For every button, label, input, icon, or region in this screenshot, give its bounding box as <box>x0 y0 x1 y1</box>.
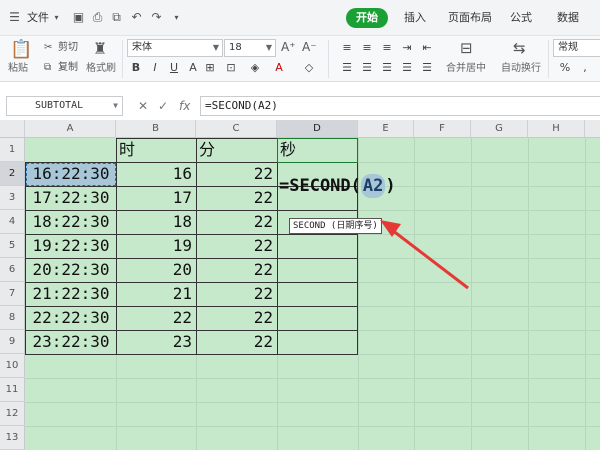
number-format-value: 常规 <box>558 42 578 53</box>
align-bottom-icon[interactable]: ≡ <box>380 40 394 56</box>
menu-bar: ☰ 文件 ▾ ▣ ⎙ ⧉ ↶ ↷ ▾ 开始 插入 页面布局 公式 数据 <box>0 0 600 36</box>
indent-icon[interactable]: ⇥ <box>400 40 414 56</box>
percent-icon[interactable]: % <box>558 60 572 76</box>
number-format-select[interactable]: 常规 <box>553 39 600 57</box>
menu-icon[interactable]: ☰ <box>8 11 21 24</box>
cut-button[interactable]: 剪切 <box>58 41 78 55</box>
copy-button[interactable]: 复制 <box>58 61 78 75</box>
wrap-text-button[interactable]: 自动换行 <box>501 62 541 76</box>
format-painter-icon[interactable]: ♜ <box>93 39 107 59</box>
ribbon-divider <box>548 40 549 78</box>
increase-font-icon[interactable]: A⁺ <box>281 40 296 54</box>
merge-center-button[interactable]: 合并居中 <box>446 62 486 76</box>
confirm-icon[interactable]: ✓ <box>158 98 168 114</box>
border-icon[interactable]: ⊞ <box>203 60 217 76</box>
tab-data[interactable]: 数据 <box>553 8 583 28</box>
ribbon-divider <box>328 40 329 78</box>
export-icon[interactable]: ⧉ <box>110 11 123 24</box>
font-size-select[interactable]: 18 ▼ <box>224 39 276 57</box>
align-right-icon[interactable]: ☰ <box>380 60 394 76</box>
red-arrow-annotation <box>380 220 469 290</box>
align-top-icon[interactable]: ≡ <box>340 40 354 56</box>
font-name-value: 宋体 <box>132 42 152 53</box>
decrease-font-icon[interactable]: A⁻ <box>302 40 317 54</box>
tab-insert[interactable]: 插入 <box>398 8 432 28</box>
ribbon-divider <box>122 40 123 78</box>
tab-formulas[interactable]: 公式 <box>506 8 536 28</box>
ribbon: 📋 粘贴 ✂ 剪切 ⧉ 复制 ♜ 格式刷 宋体 ▼ 18 ▼ A⁺ A⁻ B I… <box>0 36 600 82</box>
distributed-icon[interactable]: ☰ <box>420 60 434 76</box>
fx-button[interactable]: fx <box>179 98 190 114</box>
formula-input[interactable]: =SECOND(A2) <box>200 96 600 116</box>
italic-icon[interactable]: I <box>148 60 162 76</box>
highlight-icon[interactable]: ◈ <box>248 60 262 76</box>
wrap-text-icon[interactable]: ⇆ <box>513 39 526 57</box>
align-center-icon[interactable]: ☰ <box>360 60 374 76</box>
underline-icon[interactable]: U <box>167 60 181 76</box>
paste-button[interactable]: 粘贴 <box>8 62 28 76</box>
thousands-icon[interactable]: , <box>578 60 592 76</box>
align-left-icon[interactable]: ☰ <box>340 60 354 76</box>
justify-icon[interactable]: ☰ <box>400 60 414 76</box>
clear-format-icon[interactable]: ◇ <box>302 60 316 76</box>
font-name-select[interactable]: 宋体 ▼ <box>127 39 223 57</box>
chevron-down-icon[interactable]: ▾ <box>50 11 63 24</box>
fill-color-icon[interactable]: ⊡ <box>224 60 238 76</box>
print-icon[interactable]: ⎙ <box>91 11 104 24</box>
spreadsheet-grid[interactable]: A B C D E F G H 1 2 3 4 5 6 7 8 9 10 11 … <box>0 120 600 450</box>
paste-icon[interactable]: 📋 <box>10 40 32 60</box>
undo-icon[interactable]: ↶ <box>130 11 143 24</box>
font-size-value: 18 <box>229 42 242 53</box>
formula-bar: SUBTOTAL ▼ ✕ ✓ fx =SECOND(A2) <box>0 94 600 118</box>
file-menu[interactable]: 文件 <box>27 10 49 26</box>
chevron-down-icon: ▼ <box>265 43 272 52</box>
A-icon[interactable]: A <box>186 60 200 76</box>
bold-icon[interactable]: B <box>129 60 143 76</box>
format-painter-button[interactable]: 格式刷 <box>86 62 116 76</box>
cut-icon[interactable]: ✂ <box>44 41 52 55</box>
chevron-down-icon: ▼ <box>113 101 118 110</box>
chevron-down-icon: ▼ <box>212 43 219 52</box>
name-box[interactable]: SUBTOTAL ▼ <box>6 96 123 116</box>
tab-home[interactable]: 开始 <box>346 8 388 28</box>
align-middle-icon[interactable]: ≡ <box>360 40 374 56</box>
merge-center-icon[interactable]: ⊟ <box>460 39 473 57</box>
copy-icon[interactable]: ⧉ <box>44 61 51 75</box>
save-icon[interactable]: ▣ <box>72 11 85 24</box>
name-box-value: SUBTOTAL <box>35 100 84 111</box>
quick-access-dropdown-icon[interactable]: ▾ <box>170 11 183 24</box>
arrow-shaft <box>391 228 469 290</box>
redo-icon[interactable]: ↷ <box>150 11 163 24</box>
cancel-icon[interactable]: ✕ <box>138 98 148 114</box>
font-color-icon[interactable]: A <box>272 60 286 76</box>
outdent-icon[interactable]: ⇤ <box>420 40 434 56</box>
tab-page-layout[interactable]: 页面布局 <box>442 8 498 28</box>
